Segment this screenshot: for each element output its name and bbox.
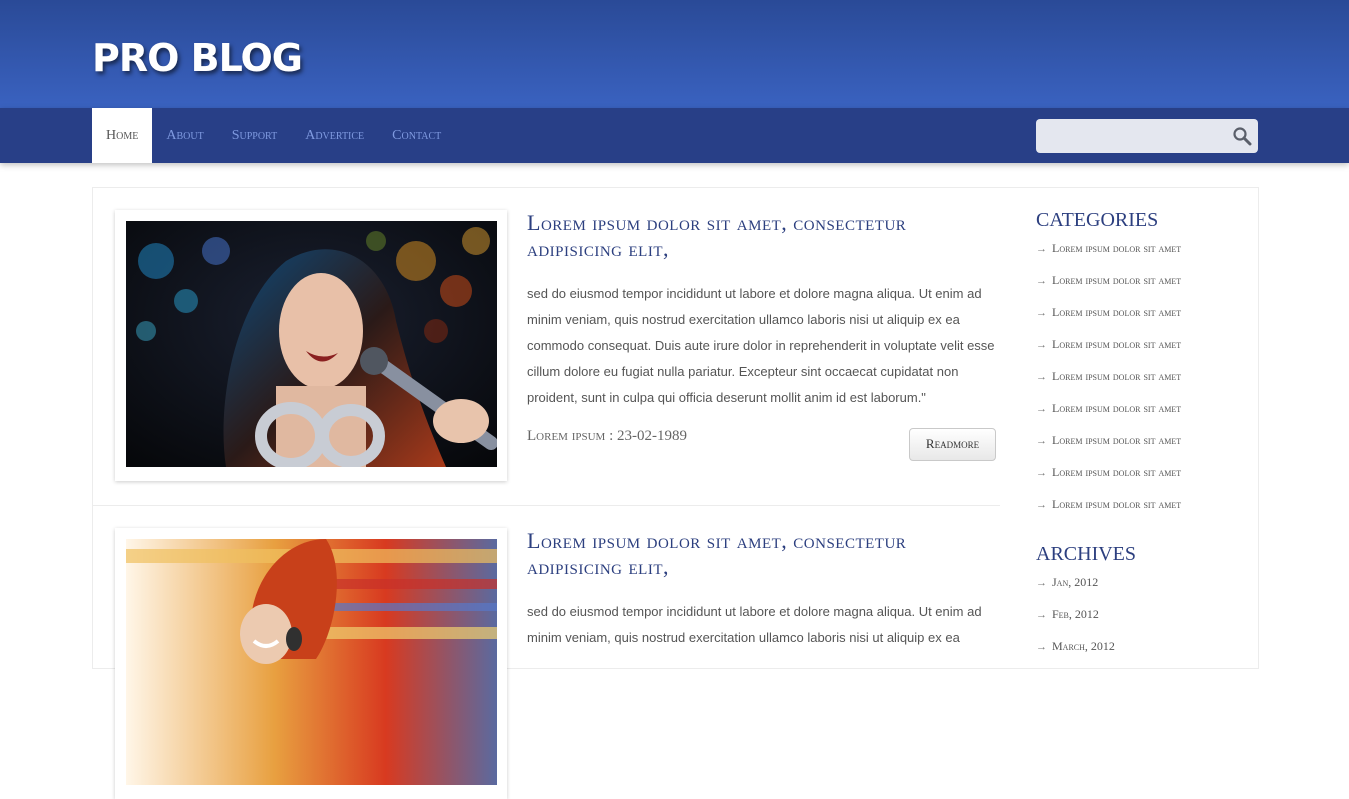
arrow-right-icon: → [1036,467,1047,479]
post-image-dancer[interactable] [126,539,497,785]
archive-link[interactable]: March, 2012 [1052,639,1115,653]
category-item[interactable]: → Lorem ipsum dolor sit amet [1036,458,1246,490]
category-link[interactable]: Lorem ipsum dolor sit amet [1052,401,1181,415]
arrow-right-icon: → [1036,243,1047,255]
categories-heading: CATEGORIES [1036,209,1159,231]
category-item[interactable]: → Lorem ipsum dolor sit amet [1036,362,1246,394]
category-link[interactable]: Lorem ipsum dolor sit amet [1052,433,1181,447]
arrow-right-icon: → [1036,435,1047,447]
arrow-right-icon: → [1036,499,1047,511]
archives-list: → Jan, 2012 → Feb, 2012 → March, 2012 [1036,568,1246,664]
site-header: PRO BLOG [0,0,1349,108]
main-navbar: Home About Support Advertice Contact [0,108,1349,163]
arrow-right-icon: → [1036,275,1047,287]
search-box [1036,119,1258,153]
arrow-right-icon: → [1036,403,1047,415]
category-link[interactable]: Lorem ipsum dolor sit amet [1052,369,1181,383]
arrow-right-icon: → [1036,609,1047,621]
nav-item-advertice[interactable]: Advertice [291,108,378,163]
archive-item[interactable]: → March, 2012 [1036,632,1246,664]
category-link[interactable]: Lorem ipsum dolor sit amet [1052,273,1181,287]
arrow-right-icon: → [1036,577,1047,589]
arrow-right-icon: → [1036,641,1047,653]
nav-item-about[interactable]: About [152,108,217,163]
archive-item[interactable]: → Feb, 2012 [1036,600,1246,632]
categories-list: → Lorem ipsum dolor sit amet → Lorem ipsum… [1036,234,1246,522]
post-excerpt: sed do eiusmod tempor incididunt ut labo… [527,604,982,645]
nav-item-support[interactable]: Support [218,108,292,163]
post-title[interactable]: Lorem ipsum dolor sit amet, consectetur … [527,210,987,262]
arrow-right-icon: → [1036,307,1047,319]
post-title[interactable]: Lorem ipsum dolor sit amet, consectetur … [527,528,987,580]
search-input[interactable] [1044,125,1228,149]
arrow-right-icon: → [1036,339,1047,351]
category-item[interactable]: → Lorem ipsum dolor sit amet [1036,394,1246,426]
archives-heading: ARCHIVES [1036,543,1137,565]
readmore-button[interactable]: Readmore [909,428,996,461]
post-meta: Lorem ipsum : 23-02-1989 [527,428,687,444]
site-logo[interactable]: PRO BLOG [92,36,303,80]
arrow-right-icon: → [1036,371,1047,383]
post-image-singer[interactable] [126,221,497,467]
category-item[interactable]: → Lorem ipsum dolor sit amet [1036,266,1246,298]
nav-item-contact[interactable]: Contact [378,108,455,163]
main-nav: Home About Support Advertice Contact [92,108,455,163]
category-item[interactable]: → Lorem ipsum dolor sit amet [1036,234,1246,266]
category-link[interactable]: Lorem ipsum dolor sit amet [1052,497,1181,511]
category-link[interactable]: Lorem ipsum dolor sit amet [1052,241,1181,255]
category-link[interactable]: Lorem ipsum dolor sit amet [1052,305,1181,319]
sidebar: CATEGORIES → Lorem ipsum dolor sit amet →… [1036,206,1246,664]
category-link[interactable]: Lorem ipsum dolor sit amet [1052,337,1181,351]
post-excerpt: sed do eiusmod tempor incididunt ut labo… [527,286,995,405]
post-divider [93,505,1000,506]
nav-item-home[interactable]: Home [92,108,153,163]
category-link[interactable]: Lorem ipsum dolor sit amet [1052,465,1181,479]
category-item[interactable]: → Lorem ipsum dolor sit amet [1036,490,1246,522]
category-item[interactable]: → Lorem ipsum dolor sit amet [1036,330,1246,362]
category-item[interactable]: → Lorem ipsum dolor sit amet [1036,298,1246,330]
archive-item[interactable]: → Jan, 2012 [1036,568,1246,600]
post-image-frame [115,210,507,481]
archive-link[interactable]: Feb, 2012 [1052,607,1099,621]
category-item[interactable]: → Lorem ipsum dolor sit amet [1036,426,1246,458]
search-icon[interactable] [1232,126,1252,146]
post-image-frame [115,528,507,799]
archive-link[interactable]: Jan, 2012 [1052,575,1098,589]
content-area: Lorem ipsum dolor sit amet, consectetur … [92,187,1259,799]
